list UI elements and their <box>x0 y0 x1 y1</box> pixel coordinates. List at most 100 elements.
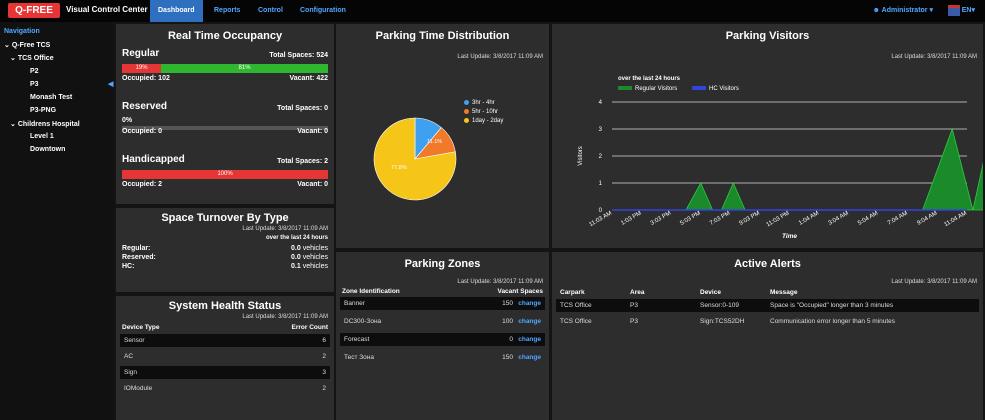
turnover-hc-label: HC: <box>122 263 135 270</box>
turnover-hc-value: 0.1 vehicles <box>291 263 328 270</box>
alerts-updated: Last Update: 3/8/2017 11:09 AM <box>891 279 977 285</box>
area: P3 <box>630 318 638 325</box>
sidebar-item-level-1[interactable]: Level 1 <box>30 133 54 140</box>
y-tick-label: 2 <box>599 154 603 160</box>
tab-reports[interactable]: Reports <box>206 0 248 22</box>
alerts-title: Active Alerts <box>734 258 801 270</box>
occupancy-title: Real Time Occupancy <box>167 30 283 42</box>
flag-icon <box>947 4 960 16</box>
table-row: IOModule 2 <box>120 382 330 395</box>
device: Sensor:0-109 <box>700 302 740 309</box>
table-row: Banner 150 change <box>340 297 545 310</box>
sidebar-item-downtown[interactable]: Downtown <box>30 146 65 153</box>
alerts-panel: Active Alerts Last Update: 3/8/2017 11:0… <box>552 252 983 420</box>
health-col-count: Error Count <box>291 324 328 331</box>
legend-item-5-10hr: 5hr - 10hr <box>464 109 498 115</box>
turnover-reserved-value: 0.0 vehicles <box>291 254 328 261</box>
zone-name: DC300-Зона <box>344 318 382 325</box>
change-link[interactable]: change <box>518 351 541 364</box>
user-icon: ☻ <box>872 7 882 14</box>
x-tick-label: 1:04 AM <box>798 211 820 227</box>
sidebar-item-p2[interactable]: P2 <box>30 68 39 75</box>
tab-dashboard[interactable]: Dashboard <box>150 0 203 22</box>
carpark: TCS Office <box>560 318 592 325</box>
y-tick-label: 1 <box>599 181 603 187</box>
chevron-down-icon: ⌄ <box>10 55 18 62</box>
x-tick-label: 1:03 PM <box>620 211 642 227</box>
tab-control[interactable]: Control <box>250 0 291 22</box>
handicapped-vacant: Vacant: 0 <box>297 181 328 188</box>
handicapped-heading: Handicapped <box>122 154 185 165</box>
reserved-vacant: Vacant: 0 <box>297 128 328 135</box>
zone-name: Forecast <box>344 336 370 343</box>
zones-panel: Parking Zones Last Update: 3/8/2017 11:0… <box>336 252 549 420</box>
error-count: 3 <box>322 369 326 376</box>
alerts-col-message: Message <box>770 289 798 296</box>
sidebar-item-p3-png[interactable]: P3-PNG <box>30 107 56 114</box>
turnover-title: Space Turnover By Type <box>161 212 289 224</box>
sidebar-item-p3[interactable]: P3 <box>30 81 39 88</box>
device-type: AC <box>124 353 134 360</box>
x-tick-label: 5:03 PM <box>679 211 701 227</box>
unit: vehicles <box>302 245 328 252</box>
legend-swatch <box>464 118 469 123</box>
regular-total: Total Spaces: 524 <box>269 52 328 59</box>
turnover-regular-value: 0.0 vehicles <box>291 245 328 252</box>
zone-name: Banner <box>344 300 365 307</box>
y-axis-label: Visitors <box>578 146 584 166</box>
table-row[interactable]: TCS Office P3 Sign:TCS52DH Communication er… <box>556 315 979 328</box>
change-link[interactable]: change <box>518 333 541 346</box>
visitors-updated: Last Update: 3/8/2017 11:09 AM <box>891 54 977 60</box>
turnover-period: over the last 24 hours <box>265 235 328 241</box>
language-label: EN▾ <box>961 7 975 14</box>
vacant-count: 0 <box>509 336 513 343</box>
legend-item-1-2day: 1day - 2day <box>464 118 503 124</box>
error-count: 2 <box>322 353 326 360</box>
language-menu[interactable]: EN▾ <box>947 0 975 22</box>
reserved-total: Total Spaces: 0 <box>277 105 328 112</box>
x-tick-label: 3:04 AM <box>828 211 850 227</box>
device-type: IOModule <box>124 385 153 392</box>
sidebar-item-tcs-office[interactable]: ⌄ TCS Office <box>10 54 54 62</box>
legend-label: Regular Visitors <box>635 86 678 92</box>
vacant-count: 150 <box>502 300 513 307</box>
sidebar-item-monash-test[interactable]: Monash Test <box>30 94 72 101</box>
table-row: AC 2 <box>120 350 330 363</box>
chevron-down-icon: ⌄ <box>10 121 18 128</box>
unit: vehicles <box>302 254 328 261</box>
zone-name: Тест Зона <box>344 354 374 361</box>
error-count: 6 <box>322 337 326 344</box>
table-row[interactable]: TCS Office P3 Sensor:0-109 Space is "Occupi… <box>556 299 979 312</box>
distribution-title: Parking Time Distribution <box>375 30 510 42</box>
selected-indicator-icon: ◀ <box>108 81 114 88</box>
x-tick-label: 11:04 AM <box>943 211 968 229</box>
user-menu[interactable]: ☻ Administrator ▾ <box>873 0 933 22</box>
regular-vacant: Vacant: 422 <box>289 75 328 82</box>
change-link[interactable]: change <box>518 297 541 310</box>
sidebar-item-childrens-hospital[interactable]: ⌄ Childrens Hospital <box>10 120 80 128</box>
regular-occupied: Occupied: 102 <box>122 75 170 82</box>
sidebar: Navigation ⌄ Q-Free TCS ⌄ TCS Office P2 … <box>0 22 114 420</box>
regular-occupied-segment: 19% <box>122 64 162 73</box>
zones-col-zone: Zone Identification <box>342 288 400 295</box>
x-tick-label: 7:04 AM <box>887 211 909 227</box>
change-link[interactable]: change <box>518 315 541 328</box>
pie-label: 11.1% <box>427 139 442 145</box>
reserved-heading: Reserved <box>122 101 168 112</box>
handicapped-occupied: Occupied: 2 <box>122 181 163 188</box>
table-row: Sign 3 <box>120 366 330 379</box>
reserved-occupied: Occupied: 0 <box>122 128 163 135</box>
turnover-panel: Space Turnover By Type Last Update: 3/8/… <box>116 208 334 292</box>
visitors-area-chart: 01234Visitors11:03 AM 1:03 PM 3:03 PM 5:03 … <box>578 100 983 240</box>
legend-label: 3hr - 4hr <box>472 100 495 107</box>
y-tick-label: 3 <box>599 127 603 133</box>
zones-title: Parking Zones <box>404 258 481 270</box>
handicapped-occupied-segment: 100% <box>122 170 328 179</box>
legend-swatch <box>464 109 469 114</box>
sidebar-heading: Navigation <box>4 28 40 35</box>
legend-label: HC Visitors <box>709 86 739 92</box>
health-panel: System Health Status Last Update: 3/8/20… <box>116 296 334 420</box>
sidebar-item-qfree-tcs[interactable]: ⌄ Q-Free TCS <box>4 41 50 49</box>
visitors-period: over the last 24 hours <box>618 76 681 82</box>
tab-configuration[interactable]: Configuration <box>292 0 354 22</box>
